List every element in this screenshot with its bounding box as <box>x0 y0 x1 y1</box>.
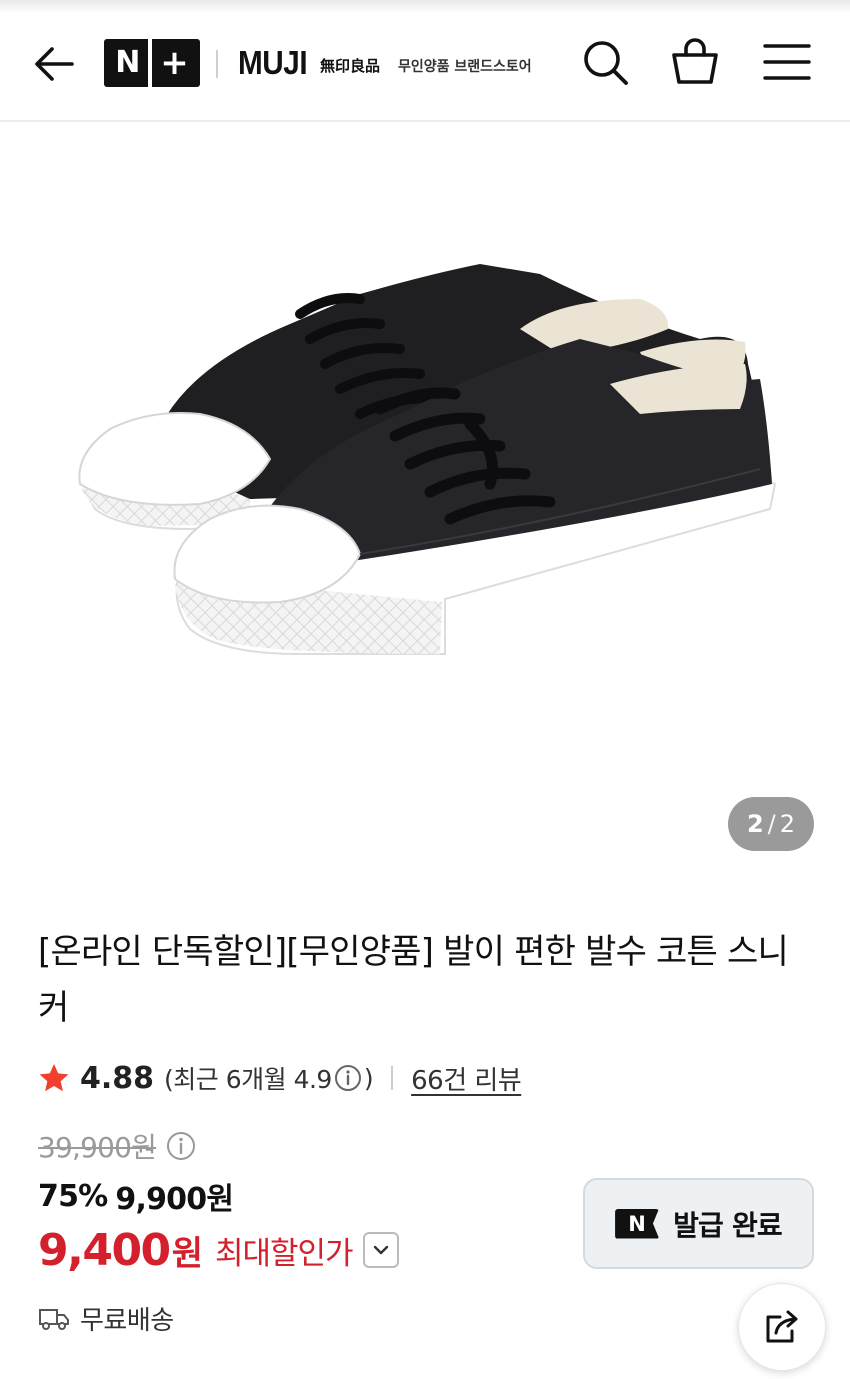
image-counter: 2 / 2 <box>728 797 814 851</box>
top-navigation-bar: N + MUJI 無印良品 무인양품 브랜드스토어 <box>0 0 850 122</box>
share-icon <box>766 1310 798 1343</box>
header-shadow <box>0 0 850 14</box>
naver-n-badge: N <box>615 1208 660 1239</box>
max-discount-currency: 원 <box>171 1233 203 1274</box>
truck-icon <box>39 1309 69 1330</box>
discount-percent: 75% <box>38 1178 108 1214</box>
image-counter-separator: / <box>767 810 776 838</box>
rating-row: 4.88 (최근 6개월 4.9 ) 66건 리뷰 <box>38 1058 522 1098</box>
recent-rating-close: ) <box>363 1063 374 1093</box>
discount-row: 75% 9,900원 <box>38 1176 234 1218</box>
brand-logo[interactable]: MUJI <box>238 44 308 82</box>
nplus-n: N <box>115 45 141 80</box>
nplus-logo[interactable]: N + <box>104 39 200 87</box>
recent-rating: (최근 6개월 4.9 <box>164 1065 332 1094</box>
rating-value: 4.88 <box>80 1060 155 1096</box>
arrow-left-icon <box>35 47 74 81</box>
image-counter-current: 2 <box>746 810 764 838</box>
price-info-icon[interactable] <box>166 1131 196 1161</box>
max-discount-toggle[interactable] <box>362 1232 399 1268</box>
back-button[interactable] <box>28 38 80 90</box>
product-image[interactable]: 2 / 2 <box>0 124 850 879</box>
shipping-row: 무료배송 <box>38 1300 174 1336</box>
hamburger-menu-icon <box>763 44 811 80</box>
nplus-plus: + <box>160 43 189 83</box>
max-discount-row: 9,400 원 최대할인가 <box>38 1222 399 1278</box>
discount-price: 9,900원 <box>115 1182 234 1217</box>
store-label[interactable]: 무인양품 브랜드스토어 <box>398 56 532 76</box>
nplus-divider <box>148 39 153 87</box>
star-icon <box>39 1064 69 1092</box>
review-count-link[interactable]: 66건 리뷰 <box>411 1060 522 1097</box>
chevron-down-icon <box>373 1245 388 1255</box>
max-discount-label: 최대할인가 <box>214 1235 354 1272</box>
coupon-label: 발급 완료 <box>673 1208 783 1242</box>
search-icon <box>584 41 628 85</box>
brand-separator <box>216 50 218 78</box>
share-button[interactable] <box>738 1283 826 1371</box>
original-price-row: 39,900원 <box>38 1126 196 1166</box>
search-button[interactable] <box>579 36 631 88</box>
product-title: [온라인 단독할인][무인양품] 발이 편한 발수 코튼 스니커 <box>38 932 789 1028</box>
cart-button[interactable] <box>669 36 721 88</box>
sneaker-image <box>78 264 777 655</box>
menu-button[interactable] <box>761 36 813 88</box>
max-discount-price: 9,400 <box>38 1224 171 1276</box>
shipping-label: 무료배송 <box>80 1305 174 1336</box>
image-counter-total: 2 <box>779 810 796 838</box>
shopping-bag-icon <box>672 38 718 84</box>
coupon-issued-button[interactable]: N 발급 완료 <box>583 1178 814 1269</box>
brand-logo-cjk: 無印良品 <box>320 57 381 75</box>
info-icon[interactable] <box>334 1064 362 1092</box>
rating-divider <box>391 1066 394 1090</box>
original-price: 39,900원 <box>38 1131 157 1164</box>
